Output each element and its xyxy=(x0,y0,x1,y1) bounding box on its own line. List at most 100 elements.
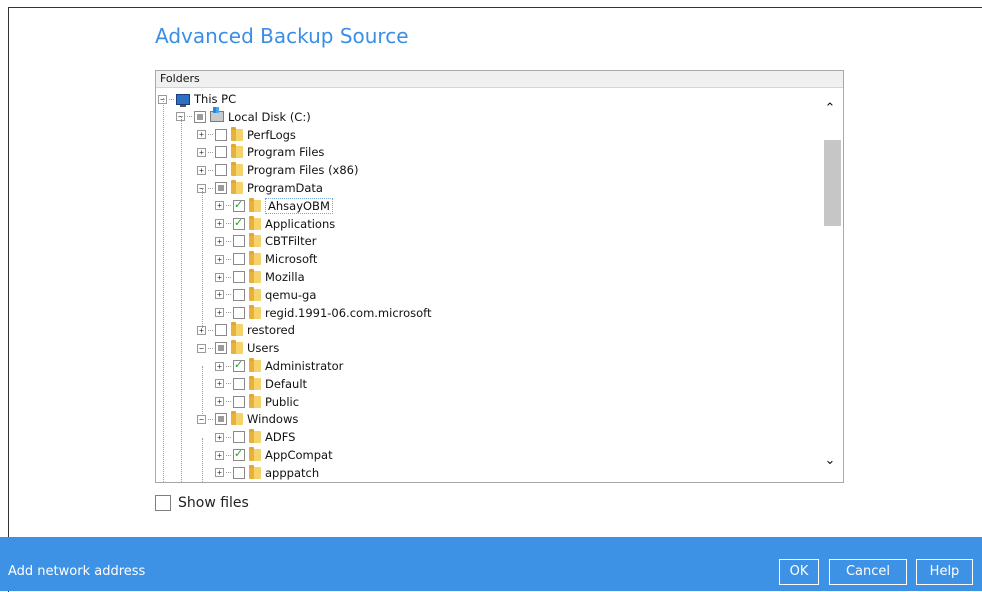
help-button[interactable]: Help xyxy=(916,559,973,585)
tree-node-label[interactable]: ProgramData xyxy=(247,181,323,195)
tree-node[interactable]: + qemu-ga xyxy=(215,286,316,304)
tree-node-label[interactable]: Public xyxy=(265,395,299,409)
expand-icon[interactable]: + xyxy=(215,290,224,300)
node-checkbox[interactable] xyxy=(215,413,227,426)
tree-node-label[interactable]: apppatch xyxy=(265,466,319,480)
tree-node[interactable]: − ProgramData xyxy=(197,179,323,197)
node-checkbox[interactable] xyxy=(233,253,245,266)
tree-node-label[interactable]: PerfLogs xyxy=(247,128,296,142)
collapse-icon[interactable]: − xyxy=(197,343,206,353)
tree-node[interactable]: + restored xyxy=(197,321,295,339)
expand-icon[interactable]: + xyxy=(215,308,224,318)
node-checkbox[interactable] xyxy=(215,182,227,194)
computer-icon xyxy=(176,93,190,107)
checkbox-box[interactable] xyxy=(155,495,171,511)
tree-node[interactable]: + CBTFilter xyxy=(215,232,316,250)
expand-icon[interactable]: + xyxy=(197,130,206,140)
tree-node[interactable]: + Public xyxy=(215,393,299,411)
expand-icon[interactable]: + xyxy=(215,254,224,264)
add-network-address-link[interactable]: Add network address xyxy=(8,564,145,579)
tree-node-label[interactable]: Program Files (x86) xyxy=(247,163,358,177)
expand-icon[interactable]: + xyxy=(215,468,224,478)
node-checkbox[interactable] xyxy=(233,431,245,444)
tree-node[interactable]: − Local Disk (C:) xyxy=(176,107,311,126)
expand-icon[interactable]: + xyxy=(215,450,224,460)
tree-node-label[interactable]: Mozilla xyxy=(265,270,305,284)
collapse-icon[interactable]: − xyxy=(197,414,206,424)
node-checkbox[interactable] xyxy=(194,110,206,123)
node-checkbox[interactable] xyxy=(233,288,245,301)
tree-node-label[interactable]: restored xyxy=(247,323,295,337)
node-checkbox[interactable] xyxy=(215,164,227,177)
cancel-button[interactable]: Cancel xyxy=(829,559,907,585)
show-files-checkbox[interactable]: Show files xyxy=(155,495,249,511)
tree-node[interactable]: + AppCompat xyxy=(215,446,333,464)
node-checkbox[interactable] xyxy=(233,358,245,372)
expand-icon[interactable]: + xyxy=(197,165,206,175)
tree-node[interactable]: − Users xyxy=(197,339,279,357)
tree-node-label[interactable]: qemu-ga xyxy=(265,288,316,302)
tree-node-label[interactable]: Local Disk (C:) xyxy=(228,110,311,124)
tree-node-label[interactable]: Users xyxy=(247,341,279,355)
node-checkbox[interactable] xyxy=(233,271,245,283)
tree-node-label[interactable]: CBTFilter xyxy=(265,234,316,248)
node-checkbox[interactable] xyxy=(233,216,245,230)
tree-node[interactable]: + ADFS xyxy=(215,428,295,446)
scroll-up-icon[interactable]: ⌃ xyxy=(823,102,837,116)
expand-icon[interactable]: + xyxy=(197,147,206,157)
expand-icon[interactable]: + xyxy=(215,272,224,282)
tree-node[interactable]: + Program Files (x86) xyxy=(197,161,358,179)
scrollbar-thumb[interactable] xyxy=(824,140,841,226)
node-checkbox[interactable] xyxy=(233,447,245,461)
tree-node[interactable]: − Windows xyxy=(197,410,298,428)
tree-node-label[interactable]: ADFS xyxy=(265,430,295,444)
tree-node-label[interactable]: Windows xyxy=(247,412,298,426)
tree-node[interactable]: + apppatch xyxy=(215,464,319,482)
ok-button[interactable]: OK xyxy=(779,559,819,585)
tree-guide-line xyxy=(202,188,203,328)
tree-node-label[interactable]: Microsoft xyxy=(265,252,317,266)
tree-node-label[interactable]: regid.1991-06.com.microsoft xyxy=(265,306,432,320)
scroll-down-icon[interactable]: ⌄ xyxy=(823,454,837,468)
node-checkbox[interactable] xyxy=(233,306,245,319)
node-checkbox[interactable] xyxy=(215,324,227,337)
node-checkbox[interactable] xyxy=(215,342,227,355)
tree-node-label[interactable]: Program Files xyxy=(247,145,324,159)
node-checkbox[interactable] xyxy=(233,466,245,479)
expand-icon[interactable]: + xyxy=(215,397,224,407)
folder-icon xyxy=(249,375,261,390)
tree-node[interactable]: − This PC xyxy=(158,90,236,108)
tree-node[interactable]: + Default xyxy=(215,375,307,393)
tree-node[interactable]: + Administrator xyxy=(215,357,343,375)
tree-node-label[interactable]: Administrator xyxy=(265,359,343,373)
node-checkbox[interactable] xyxy=(233,198,245,212)
folder-tree-panel[interactable]: Folders ⌃ ⌄ − This PC − Local Disk (C:) + Per… xyxy=(155,70,844,483)
expand-icon[interactable]: + xyxy=(215,361,224,371)
expand-icon[interactable]: + xyxy=(215,379,224,389)
expand-icon[interactable]: + xyxy=(215,219,224,229)
tree-connector xyxy=(208,169,213,171)
node-checkbox[interactable] xyxy=(215,128,227,141)
tree-node[interactable]: + Program Files xyxy=(197,143,324,161)
tree-node-label[interactable]: This PC xyxy=(194,92,236,106)
node-checkbox[interactable] xyxy=(233,235,245,248)
expand-icon[interactable]: + xyxy=(215,432,224,442)
tree-node-label[interactable]: AppCompat xyxy=(265,448,333,462)
tree-node[interactable]: + AhsayOBM xyxy=(215,197,333,215)
tree-node[interactable]: + Applications xyxy=(215,215,335,233)
folder-icon xyxy=(231,162,243,177)
node-checkbox[interactable] xyxy=(233,395,245,408)
tree-node-label[interactable]: Applications xyxy=(265,217,335,231)
tree-connector xyxy=(226,205,231,207)
tree-node[interactable]: + PerfLogs xyxy=(197,126,296,144)
expand-icon[interactable]: + xyxy=(215,201,224,211)
expand-icon[interactable]: + xyxy=(215,236,224,246)
tree-node[interactable]: + regid.1991-06.com.microsoft xyxy=(215,304,432,322)
tree-node[interactable]: + Mozilla xyxy=(215,268,305,286)
node-checkbox[interactable] xyxy=(215,146,227,159)
tree-node[interactable]: + Microsoft xyxy=(215,250,317,268)
tree-node-label[interactable]: AhsayOBM xyxy=(265,197,333,214)
node-checkbox[interactable] xyxy=(233,377,245,390)
tree-node-label[interactable]: Default xyxy=(265,377,307,391)
folder-tree[interactable]: ⌃ ⌄ − This PC − Local Disk (C:) + PerfLogs + Pr… xyxy=(156,88,843,482)
